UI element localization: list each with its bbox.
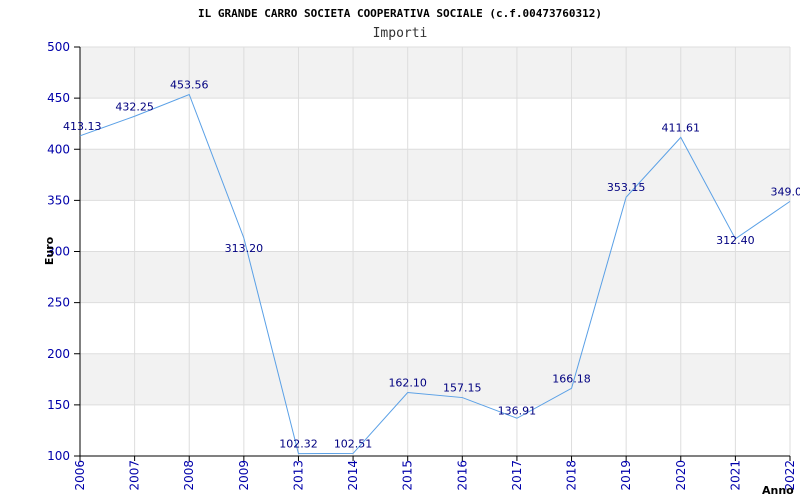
data-label: 353.15 (607, 181, 646, 194)
data-label: 313.20 (225, 242, 264, 255)
data-label: 432.25 (115, 100, 154, 113)
x-tick-label: 2017 (510, 460, 524, 491)
x-axis-ticks: 2006 2007 2008 2009 2013 2014 2015 2016 2017 2018… (73, 455, 797, 491)
x-tick-label: 2006 (73, 460, 87, 491)
x-tick-label: 2020 (674, 460, 688, 491)
plot-band (80, 251, 790, 303)
y-axis-label: Euro (43, 236, 56, 265)
x-tick-label: 2019 (619, 460, 633, 491)
x-tick-label: 2007 (128, 460, 142, 491)
x-tick-label: 2009 (237, 460, 251, 491)
plot-band (80, 149, 790, 201)
x-axis-label: Anno (762, 484, 794, 497)
chart-title: IL GRANDE CARRO SOCIETA COOPERATIVA SOCI… (198, 7, 602, 20)
data-label: 102.32 (279, 438, 318, 451)
x-tick-label: 2008 (182, 460, 196, 491)
y-tick-label: 450 (47, 91, 70, 105)
data-label: 413.13 (63, 120, 102, 133)
y-tick-label: 150 (47, 398, 70, 412)
chart-subtitle: Importi (373, 26, 428, 41)
x-tick-label: 2018 (565, 460, 579, 491)
y-tick-label: 200 (47, 347, 70, 361)
x-tick-label: 2013 (291, 460, 305, 491)
x-tick-label: 2015 (401, 460, 415, 491)
x-tick-label: 2016 (455, 460, 469, 491)
data-label: 312.40 (716, 234, 755, 247)
y-tick-label: 350 (47, 193, 70, 207)
x-tick-label: 2021 (728, 460, 742, 491)
y-tick-label: 100 (47, 449, 70, 463)
y-tick-label: 250 (47, 296, 70, 310)
data-label: 349.0 (771, 185, 800, 198)
data-label: 411.61 (662, 121, 701, 134)
y-tick-label: 500 (47, 40, 70, 54)
data-label: 157.15 (443, 382, 482, 395)
x-tick-label: 2014 (346, 460, 360, 491)
data-label: 166.18 (552, 372, 591, 385)
plot-band (80, 200, 790, 252)
data-label: 453.56 (170, 78, 209, 91)
line-chart: IL GRANDE CARRO SOCIETA COOPERATIVA SOCI… (43, 7, 800, 497)
y-tick-label: 400 (47, 142, 70, 156)
data-label: 162.10 (388, 377, 427, 390)
data-label: 102.51 (334, 437, 373, 450)
plot-band (80, 302, 790, 354)
plot-band (80, 404, 790, 456)
plot-band (80, 353, 790, 405)
data-label: 136.91 (498, 404, 537, 417)
